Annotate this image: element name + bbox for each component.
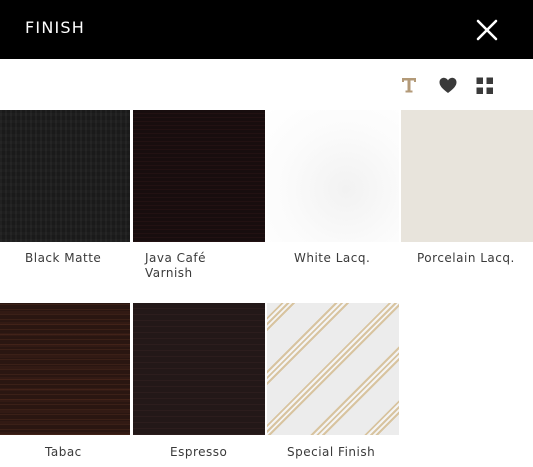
swatch-label: Black Matte — [25, 251, 102, 265]
swatch-label: Espresso — [170, 445, 228, 459]
page-title: FINISH — [25, 18, 85, 37]
grid-icon[interactable] — [476, 77, 494, 95]
swatch-image — [133, 303, 265, 435]
swatch-tabac[interactable]: Tabac — [0, 303, 130, 467]
swatch-label: Java Café — [145, 251, 207, 265]
swatch-espresso[interactable]: Espresso — [133, 303, 265, 467]
swatch-label: Tabac — [45, 445, 82, 459]
swatch-image — [0, 110, 130, 242]
header-bar: FINISH — [0, 0, 533, 59]
swatch-label: White Lacq. — [294, 251, 371, 265]
swatch-image — [267, 303, 399, 435]
swatch-white-lacq[interactable]: White Lacq. — [267, 110, 399, 278]
swatch-special-finish[interactable]: Special Finish — [267, 303, 399, 467]
swatch-label: Porcelain Lacq. — [417, 251, 515, 265]
swatch-image — [401, 110, 533, 242]
swatch-label-line2: Varnish — [145, 266, 193, 280]
text-icon[interactable] — [400, 76, 418, 94]
swatch-java-cafe-varnish[interactable]: Java Café Varnish — [133, 110, 265, 280]
close-icon[interactable] — [474, 17, 500, 43]
swatch-image — [133, 110, 265, 242]
swatch-label: Special Finish — [287, 445, 376, 459]
swatch-porcelain-lacq[interactable]: Porcelain Lacq. — [401, 110, 533, 278]
swatch-image — [267, 110, 399, 242]
swatch-image — [0, 303, 130, 435]
heart-icon[interactable] — [439, 77, 457, 94]
swatch-black-matte[interactable]: Black Matte — [0, 110, 130, 278]
